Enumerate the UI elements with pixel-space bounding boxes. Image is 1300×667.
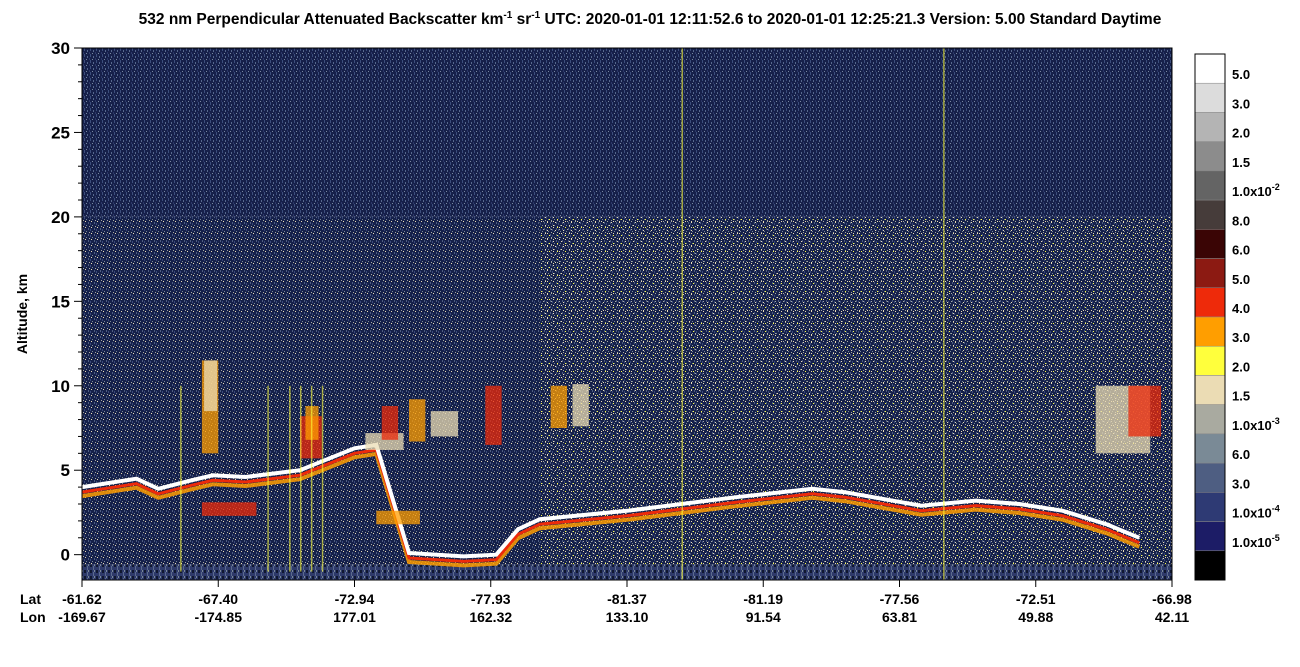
colorbar-label: 6.0 [1232, 243, 1250, 258]
colorbar-swatch [1194, 462, 1226, 493]
y-tick-label: 15 [51, 292, 70, 311]
colorbar-swatch [1194, 141, 1226, 172]
x-tick-lon-label: 49.88 [1018, 609, 1053, 625]
upper-noise-region [82, 48, 1172, 217]
lon-row-label: Lon [20, 609, 46, 625]
cloud-feature [572, 384, 589, 427]
colorbar-label: 5.0 [1232, 272, 1250, 287]
colorbar: 5.0 3.0 2.0 1.5 1.0x10-2 8.0 6.0 5.0 4.0 3.0 2.0 1.… [1194, 53, 1280, 581]
x-axis: -61.62 -169.67 -67.40 -174.85 -72.94 177.01 -7… [20, 580, 1192, 625]
y-tick-label: 20 [51, 208, 70, 227]
x-tick-lat-label: -77.56 [880, 591, 920, 607]
colorbar-label: 1.5 [1232, 155, 1250, 170]
cloud-feature [201, 502, 257, 516]
daytime-noise-overlay [539, 216, 1172, 565]
vertical-streak [681, 48, 683, 580]
colorbar-swatch [1194, 229, 1226, 259]
vertical-streak [310, 385, 313, 572]
colorbar-swatch [1194, 287, 1226, 318]
colorbar-swatch [1194, 112, 1226, 142]
colorbar-swatch [1194, 404, 1226, 435]
lat-row-label: Lat [20, 591, 41, 607]
cloud-feature [381, 406, 399, 440]
y-tick-label: 5 [61, 461, 70, 480]
colorbar-label: 3.0 [1232, 476, 1250, 491]
colorbar-label: 2.0 [1232, 359, 1250, 374]
x-tick-lon-label: -169.67 [58, 609, 106, 625]
cloud-feature [204, 360, 218, 412]
colorbar-exponent: -5 [1272, 533, 1280, 543]
x-tick-lon-label: 177.01 [333, 609, 376, 625]
x-tick-lat-label: -72.51 [1016, 591, 1056, 607]
colorbar-exponent: -4 [1272, 504, 1280, 514]
plot-area [81, 47, 1173, 581]
cloud-feature [376, 510, 420, 525]
colorbar-swatch [1194, 316, 1226, 347]
colorbar-swatch [1194, 521, 1226, 552]
colorbar-swatch [1194, 199, 1226, 230]
x-tick-lon-label: 42.11 [1155, 609, 1189, 625]
x-tick-lat-label: -81.37 [607, 591, 647, 607]
x-tick-lon-label: 91.54 [746, 609, 781, 625]
colorbar-label: 4.0 [1232, 301, 1250, 316]
colorbar-swatch [1194, 53, 1226, 84]
colorbar-swatch [1194, 550, 1226, 581]
cloud-feature [485, 385, 502, 445]
colorbar-swatch [1194, 170, 1226, 201]
vertical-streak [289, 385, 291, 572]
cloud-feature [409, 399, 426, 442]
colorbar-label: 2.0 [1232, 126, 1250, 141]
colorbar-swatch [1194, 258, 1226, 289]
colorbar-label: 1.0x10-5 [1232, 533, 1280, 550]
cloud-feature [1128, 385, 1162, 437]
backscatter-chart: 051015202530 Altitude, km -61.62-169.67-… [14, 39, 1280, 625]
colorbar-label: 1.0x10-3 [1232, 416, 1280, 433]
x-tick-lat-label: -81.19 [743, 591, 783, 607]
vertical-streak [321, 385, 324, 572]
vertical-streak [300, 385, 302, 572]
y-tick-label: 30 [51, 39, 70, 58]
x-tick-lat-label: -72.94 [335, 591, 375, 607]
colorbar-label: 3.0 [1232, 330, 1250, 345]
cloud-feature [430, 411, 459, 437]
y-tick-label: 0 [61, 546, 70, 565]
ground-region [82, 564, 1172, 580]
colorbar-swatch [1194, 375, 1226, 405]
x-tick-lat-label: -61.62 [62, 591, 102, 607]
x-tick-lon-label: 162.32 [469, 609, 512, 625]
cloud-feature [550, 385, 568, 428]
colorbar-swatch [1194, 492, 1226, 522]
colorbar-label: 6.0 [1232, 447, 1250, 462]
y-axis: 0 5 10 15 20 25 30 [51, 39, 82, 565]
colorbar-exponent: -2 [1272, 182, 1280, 192]
colorbar-label: 3.0 [1232, 96, 1250, 111]
colorbar-swatch [1194, 82, 1226, 113]
x-tick-lat-label: -67.40 [198, 591, 238, 607]
y-axis-label: Altitude, km [14, 274, 30, 354]
x-tick-lat-label: -66.98 [1152, 591, 1192, 607]
vertical-streak [180, 385, 182, 572]
x-tick-lon-label: 133.10 [606, 609, 649, 625]
x-tick-lon-label: -174.85 [195, 609, 243, 625]
colorbar-label: 1.0x10-4 [1232, 504, 1280, 521]
vertical-streak [267, 385, 269, 572]
x-tick-lon-label: 63.81 [882, 609, 917, 625]
colorbar-label: 1.5 [1232, 389, 1250, 404]
vertical-streak [943, 48, 945, 580]
y-tick-label: 10 [51, 377, 70, 396]
colorbar-swatch [1194, 345, 1226, 376]
colorbar-exponent: -3 [1272, 416, 1280, 426]
colorbar-swatch [1194, 433, 1226, 464]
x-tick-lat-label: -77.93 [471, 591, 511, 607]
colorbar-label: 5.0 [1232, 67, 1250, 82]
y-tick-label: 25 [51, 123, 70, 142]
colorbar-label: 8.0 [1232, 213, 1250, 228]
colorbar-label: 1.0x10-2 [1232, 182, 1280, 199]
